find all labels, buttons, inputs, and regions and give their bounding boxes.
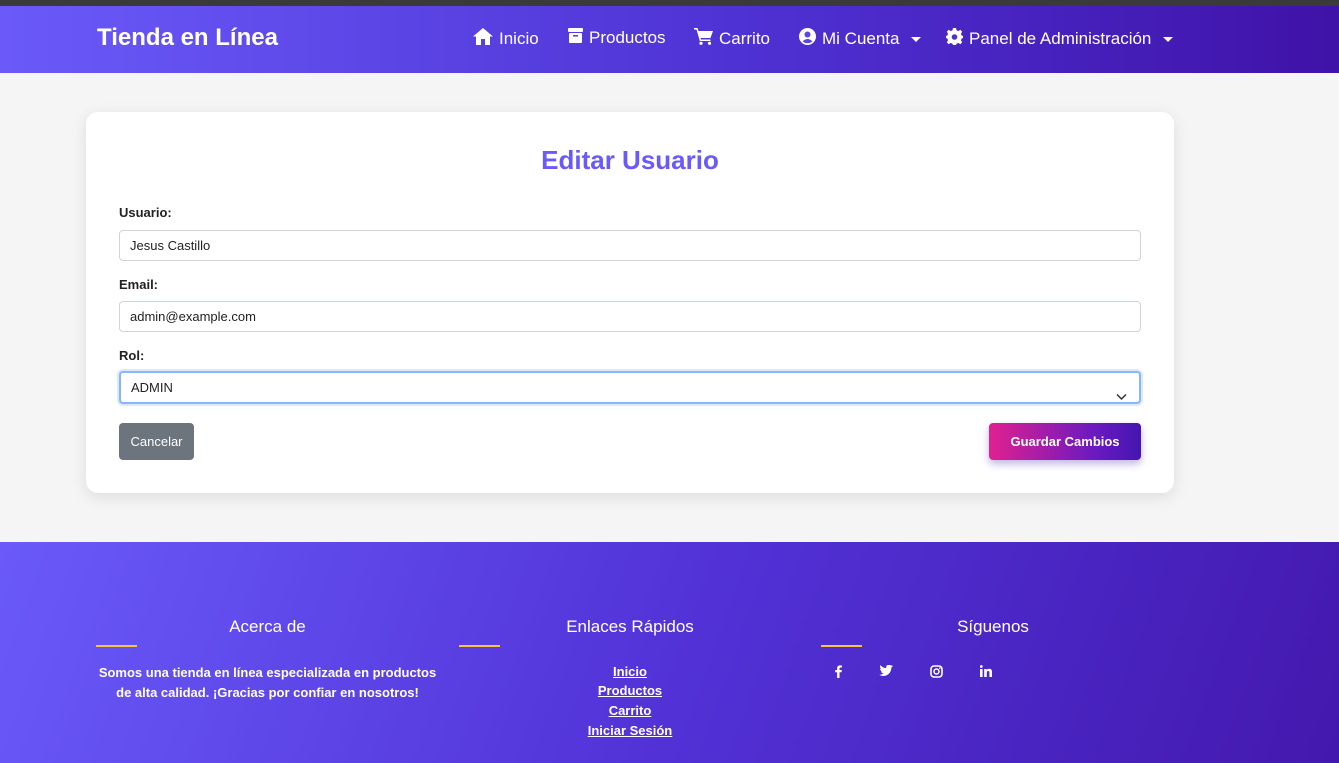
footer-links-title: Enlaces Rápidos xyxy=(566,617,694,636)
footer-social-title: Síguenos xyxy=(957,617,1029,636)
nav-panel-admin[interactable]: Panel de Administración xyxy=(946,28,1174,50)
user-circle-icon xyxy=(799,28,816,50)
footer-link-productos[interactable]: Productos xyxy=(560,683,700,698)
linkedin-icon[interactable] xyxy=(978,663,994,679)
edit-user-card: Editar Usuario Usuario: Jesus Castillo E… xyxy=(86,112,1174,493)
role-select-value: ADMIN xyxy=(131,380,173,395)
chevron-down-icon xyxy=(911,36,922,42)
save-button[interactable]: Guardar Cambios xyxy=(989,423,1141,460)
nav-productos[interactable]: Productos xyxy=(568,28,666,48)
nav-label: Mi Cuenta xyxy=(822,29,900,48)
footer-divider xyxy=(96,645,137,647)
page-title: Editar Usuario xyxy=(541,145,719,175)
cart-icon xyxy=(694,28,713,50)
footer-about-title: Acerca de xyxy=(229,617,306,636)
email-label: Email: xyxy=(119,277,159,292)
email-input[interactable]: admin@example.com xyxy=(119,301,1141,332)
nav-mi-cuenta[interactable]: Mi Cuenta xyxy=(799,28,922,50)
facebook-icon[interactable] xyxy=(830,663,846,679)
username-input[interactable]: Jesus Castillo xyxy=(119,230,1141,261)
footer-divider xyxy=(821,645,862,647)
chevron-down-icon xyxy=(1163,36,1174,42)
brand-logo[interactable]: Tienda en Línea xyxy=(97,24,278,52)
nav-label: Inicio xyxy=(499,29,539,48)
footer-link-inicio[interactable]: Inicio xyxy=(560,664,700,679)
nav-label: Panel de Administración xyxy=(969,29,1152,48)
footer: Acerca de Somos una tienda en línea espe… xyxy=(0,542,1339,763)
nav-label: Productos xyxy=(589,28,666,47)
username-label: Usuario: xyxy=(119,205,172,220)
cancel-button[interactable]: Cancelar xyxy=(119,423,194,460)
twitter-icon[interactable] xyxy=(878,663,894,679)
footer-link-iniciar-sesion[interactable]: Iniciar Sesión xyxy=(560,723,700,738)
home-icon xyxy=(473,28,493,50)
nav-inicio[interactable]: Inicio xyxy=(473,28,539,50)
gear-icon xyxy=(946,28,963,50)
box-icon xyxy=(568,28,583,48)
instagram-icon[interactable] xyxy=(928,663,944,679)
navbar: Tienda en Línea Inicio Productos Carrito… xyxy=(0,6,1339,73)
nav-carrito[interactable]: Carrito xyxy=(694,28,770,50)
role-select[interactable]: ADMIN xyxy=(119,371,1141,404)
footer-link-carrito[interactable]: Carrito xyxy=(560,703,700,718)
footer-about-text: Somos una tienda en línea especializada … xyxy=(98,665,437,700)
chevron-down-icon xyxy=(1116,382,1127,411)
role-label: Rol: xyxy=(119,348,145,363)
footer-divider xyxy=(459,645,500,647)
nav-label: Carrito xyxy=(719,29,771,48)
